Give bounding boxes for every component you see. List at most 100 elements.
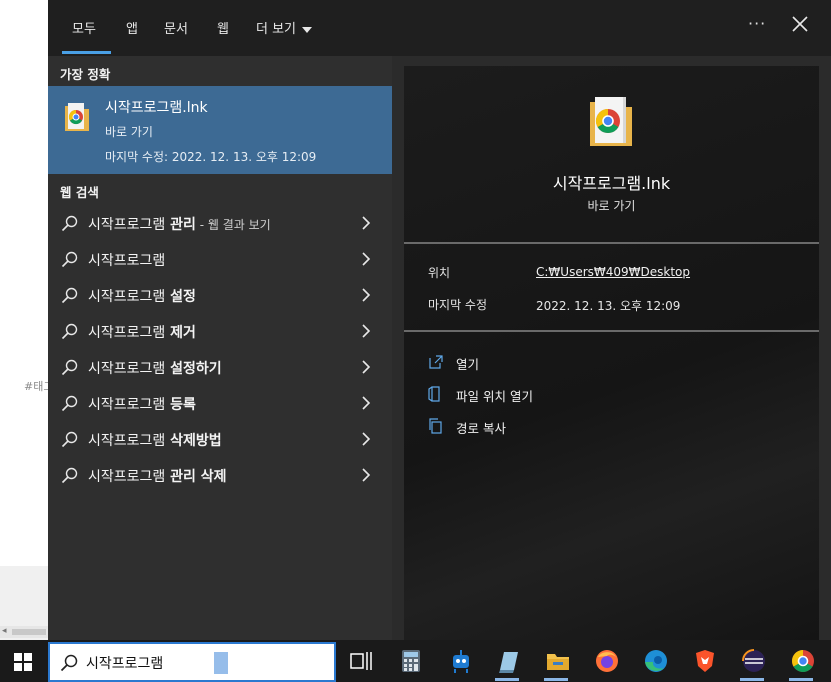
web-result-text: 시작프로그램 제거: [88, 322, 196, 342]
preview-pane: 시작프로그램.lnk 바로 가기 위치 C:₩Users₩409₩Desktop…: [404, 66, 819, 640]
web-result-text: 시작프로그램 등록: [88, 394, 196, 414]
explorer-running-indicator: [544, 678, 568, 681]
search-icon: [61, 395, 78, 412]
web-result-item[interactable]: 시작프로그램 등록: [48, 386, 392, 420]
web-result-query: 시작프로그램: [88, 397, 166, 413]
file-explorer-icon[interactable]: [545, 648, 571, 674]
search-icon: [61, 323, 78, 340]
brave-icon[interactable]: [692, 648, 718, 674]
copy-icon: [429, 418, 442, 434]
best-match-title: 시작프로그램.lnk: [105, 100, 208, 116]
preview-divider-top: [404, 242, 819, 244]
tab-more-label: 더 보기: [256, 22, 297, 37]
web-result-query: 시작프로그램: [88, 325, 166, 341]
chrome-shortcut-large-icon: [590, 97, 632, 146]
search-panel: 모두 앱 문서 웹 더 보기 ··· 가장 정확 시작프로그램.lnk 바로 가…: [48, 0, 831, 640]
search-icon: [61, 359, 78, 376]
web-result-bold: 제거: [165, 325, 196, 341]
web-result-bold: 등록: [165, 397, 196, 413]
active-tab-indicator: [62, 51, 111, 54]
web-result-item[interactable]: 시작프로그램 삭제방법: [48, 422, 392, 456]
web-result-bold: 설정하기: [165, 361, 222, 377]
chevron-right-icon: [362, 252, 371, 266]
web-result-text: 시작프로그램 관리 삭제: [88, 466, 227, 486]
web-result-query: 시작프로그램: [88, 253, 166, 269]
chrome-shortcut-file-icon: [65, 103, 89, 131]
close-icon[interactable]: [790, 14, 810, 34]
scroll-thumb[interactable]: [12, 629, 46, 635]
open-external-icon: [429, 355, 443, 369]
copy-path-action[interactable]: 경로 복사: [428, 416, 728, 438]
web-result-item[interactable]: 시작프로그램 설정: [48, 278, 392, 312]
search-input[interactable]: [86, 652, 326, 674]
notepad-icon[interactable]: [496, 648, 522, 674]
tab-apps[interactable]: 앱: [126, 18, 138, 37]
web-result-text: 시작프로그램 관리 - 웹 결과 보기: [88, 214, 271, 234]
eclipse-running-indicator: [740, 678, 764, 681]
tab-web[interactable]: 웹: [217, 18, 229, 37]
windows-start-icon[interactable]: [14, 653, 32, 671]
tab-documents[interactable]: 문서: [164, 18, 188, 37]
web-result-item[interactable]: 시작프로그램 관리 - 웹 결과 보기: [48, 206, 392, 240]
best-match-modified: 마지막 수정: 2022. 12. 13. 오후 12:09: [105, 150, 317, 164]
chrome-icon[interactable]: [790, 648, 816, 674]
web-result-item[interactable]: 시작프로그램: [48, 242, 392, 276]
eclipse-icon[interactable]: [741, 648, 767, 674]
task-view-icon[interactable]: [348, 648, 374, 674]
open-action[interactable]: 열기: [428, 352, 728, 374]
chevron-right-icon: [362, 360, 371, 374]
search-icon: [61, 287, 78, 304]
web-result-query: 시작프로그램: [88, 217, 166, 233]
web-result-item[interactable]: 시작프로그램 설정하기: [48, 350, 392, 384]
web-result-query: 시작프로그램: [88, 361, 166, 377]
scroll-left-icon[interactable]: ◂: [2, 626, 7, 636]
web-result-query: 시작프로그램: [88, 289, 166, 305]
chevron-right-icon: [362, 216, 371, 230]
search-icon: [61, 215, 78, 232]
web-result-bold: 관리 삭제: [165, 469, 227, 485]
search-icon: [60, 654, 78, 672]
web-result-text: 시작프로그램 설정: [88, 286, 196, 306]
caret-down-icon: [302, 26, 313, 33]
location-link[interactable]: C:₩Users₩409₩Desktop: [536, 265, 690, 279]
search-icon: [61, 431, 78, 448]
copy-path-label: 경로 복사: [456, 421, 506, 436]
taskbar-search-box[interactable]: [48, 642, 336, 682]
best-match-heading: 가장 정확: [60, 67, 111, 82]
tab-more[interactable]: 더 보기: [256, 18, 313, 37]
more-options-icon[interactable]: ···: [748, 14, 766, 33]
robot-app-icon[interactable]: [448, 648, 474, 674]
location-label: 위치: [428, 266, 451, 280]
web-result-suffix: - 웹 결과 보기: [195, 218, 271, 232]
edge-icon[interactable]: [643, 648, 669, 674]
web-result-bold: 설정: [165, 289, 196, 305]
results-list: 가장 정확 시작프로그램.lnk 바로 가기 마지막 수정: 2022. 12.…: [48, 56, 392, 640]
modified-label: 마지막 수정: [428, 298, 488, 312]
search-icon: [61, 251, 78, 268]
chevron-right-icon: [362, 432, 371, 446]
preview-divider-bottom: [404, 330, 819, 332]
web-result-text: 시작프로그램 삭제방법: [88, 430, 222, 450]
chevron-right-icon: [362, 468, 371, 482]
chrome-running-indicator: [789, 678, 813, 681]
web-result-item[interactable]: 시작프로그램 제거: [48, 314, 392, 348]
open-action-label: 열기: [456, 357, 480, 372]
firefox-icon[interactable]: [594, 648, 620, 674]
folder-location-icon: [428, 386, 440, 402]
open-file-location-label: 파일 위치 열기: [456, 389, 533, 404]
web-search-heading: 웹 검색: [60, 185, 99, 200]
web-result-query: 시작프로그램: [88, 433, 166, 449]
preview-title: 시작프로그램.lnk: [552, 174, 671, 193]
modified-value: 2022. 12. 13. 오후 12:09: [536, 299, 681, 313]
web-result-item[interactable]: 시작프로그램 관리 삭제: [48, 458, 392, 492]
best-match-item[interactable]: 시작프로그램.lnk 바로 가기 마지막 수정: 2022. 12. 13. 오…: [48, 86, 392, 174]
tab-all[interactable]: 모두: [72, 18, 96, 37]
web-result-query: 시작프로그램: [88, 469, 166, 485]
calculator-icon[interactable]: [398, 648, 424, 674]
chevron-right-icon: [362, 396, 371, 410]
open-file-location-action[interactable]: 파일 위치 열기: [428, 384, 728, 406]
web-result-bold: 삭제방법: [165, 433, 222, 449]
background-scrollbar[interactable]: ◂: [0, 626, 48, 638]
chevron-right-icon: [362, 324, 371, 338]
preview-subtitle: 바로 가기: [587, 199, 636, 213]
